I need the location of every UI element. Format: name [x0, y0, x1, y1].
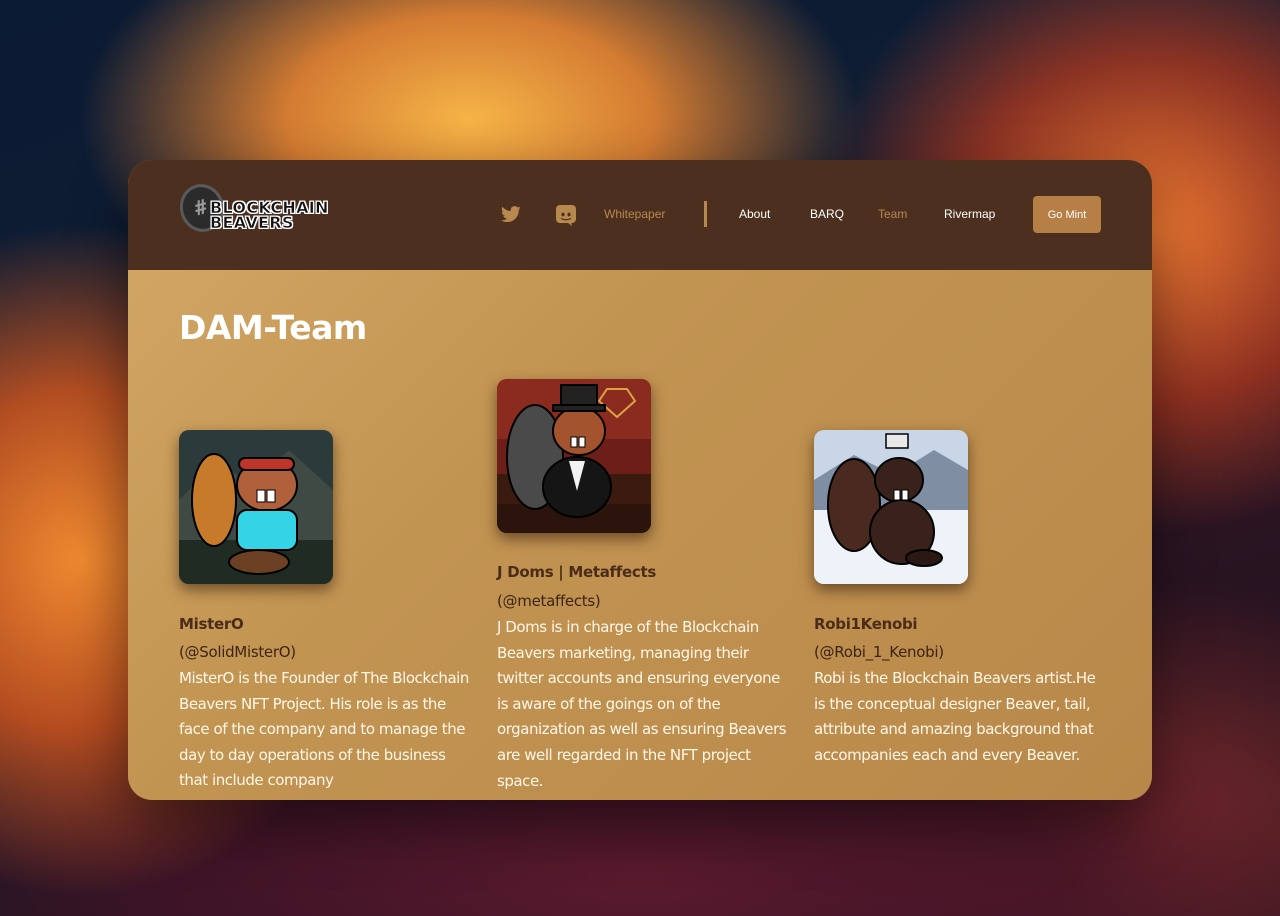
- member-name: MisterO: [179, 615, 244, 633]
- member-bio: MisterO is the Founder of The Blockchain…: [179, 669, 469, 790]
- nav-link-about[interactable]: About: [739, 207, 770, 221]
- member-name: Robi1Kenobi: [814, 615, 918, 633]
- nav-link-barq[interactable]: BARQ: [810, 207, 844, 221]
- discord-icon[interactable]: [554, 204, 578, 226]
- member-handle[interactable]: (@SolidMisterO): [179, 643, 296, 661]
- page-title: DAM-Team: [179, 308, 367, 347]
- member-bio: J Doms is in charge of the Blockchain Be…: [497, 618, 787, 790]
- member-name: J Doms | Metaffects: [497, 563, 656, 581]
- member-avatar: [179, 430, 333, 584]
- twitter-icon[interactable]: [499, 204, 523, 226]
- logo-text: BLOCKCHAIN BEAVERS: [210, 199, 329, 232]
- navbar: BLOCKCHAIN BEAVERS Whitepaper About BARQ…: [128, 160, 1152, 270]
- member-bio: Robi is the Blockchain Beavers artist.He…: [814, 669, 1096, 764]
- nav-divider: [704, 201, 707, 227]
- member-handle[interactable]: (@metaffects): [497, 592, 601, 610]
- member-avatar: [497, 379, 651, 533]
- nav-link-team[interactable]: Team: [878, 207, 907, 221]
- browser-window: BLOCKCHAIN BEAVERS Whitepaper About BARQ…: [128, 160, 1152, 800]
- logo[interactable]: BLOCKCHAIN BEAVERS: [174, 179, 340, 237]
- member-avatar: [814, 430, 968, 584]
- nav-link-rivermap[interactable]: Rivermap: [944, 207, 995, 221]
- nav-link-whitepaper[interactable]: Whitepaper: [604, 207, 665, 221]
- go-mint-button[interactable]: Go Mint: [1033, 196, 1101, 233]
- member-handle[interactable]: (@Robi_1_Kenobi): [814, 643, 944, 661]
- logo-text-line2: BEAVERS: [210, 213, 294, 232]
